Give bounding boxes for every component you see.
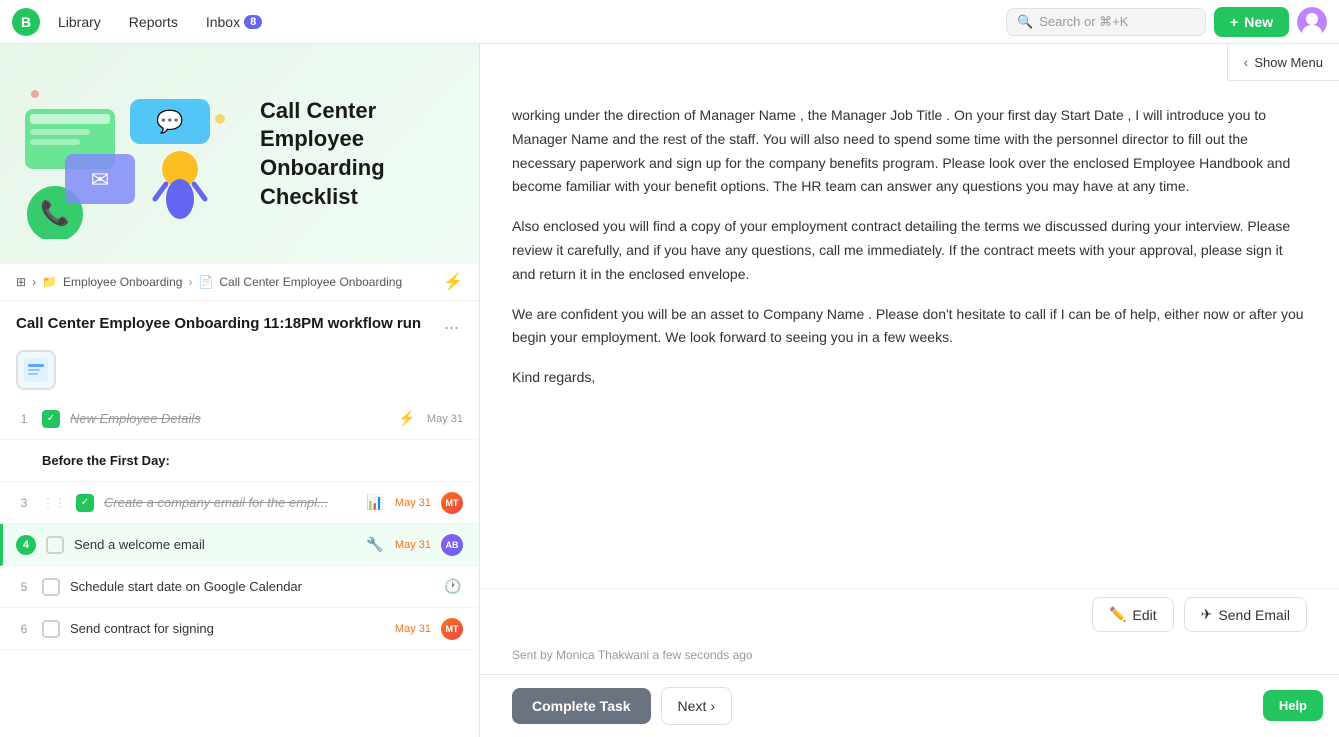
bottom-bar: Complete Task Next ›	[480, 674, 1339, 737]
task-avatar: MT	[441, 492, 463, 514]
top-nav: B Library Reports Inbox 8 🔍 Search or ⌘+…	[0, 0, 1339, 44]
breadcrumb: ⊞ › 📁 Employee Onboarding › 📄 Call Cente…	[0, 264, 479, 301]
task-row[interactable]: 6 Send contract for signing May 31 MT	[0, 608, 479, 650]
task-text: Create a company email for the empl...	[104, 495, 355, 510]
hero-title-box: Call Center Employee Onboarding Checklis…	[260, 97, 459, 211]
task-text: Send a welcome email	[74, 537, 355, 552]
send-email-button[interactable]: ✈ Send Email	[1184, 597, 1307, 632]
task-checkbox[interactable]	[76, 494, 94, 512]
edit-button[interactable]: ✏️ Edit	[1092, 597, 1174, 632]
workflow-avatar	[16, 350, 56, 390]
task-checkbox[interactable]	[42, 620, 60, 638]
plus-icon: +	[1230, 14, 1238, 30]
breadcrumb-part1[interactable]: Employee Onboarding	[63, 275, 182, 289]
task-checkbox[interactable]	[46, 536, 64, 554]
email-paragraph-2: Also enclosed you will find a copy of yo…	[512, 215, 1307, 286]
drag-icon: ⋮⋮	[42, 496, 66, 510]
help-button[interactable]: Help	[1263, 690, 1323, 721]
task-text: New Employee Details	[70, 411, 387, 426]
search-box[interactable]: 🔍 Search or ⌘+K	[1006, 8, 1206, 36]
task-date: May 31	[427, 413, 463, 425]
task-row[interactable]: 1 New Employee Details ⚡ May 31	[0, 398, 479, 440]
nav-reports[interactable]: Reports	[119, 10, 188, 34]
main-content: 📞 ✉ 💬	[0, 44, 1339, 737]
new-button[interactable]: + New	[1214, 7, 1289, 37]
task-icon: ⚡	[397, 409, 417, 429]
show-menu-button[interactable]: ‹ Show Menu	[1228, 44, 1339, 80]
breadcrumb-folder-icon: 📁	[42, 275, 57, 289]
task-row[interactable]: 3 ⋮⋮ Create a company email for the empl…	[0, 482, 479, 524]
task-number: 5	[16, 580, 32, 594]
email-paragraph-1: working under the direction of Manager N…	[512, 104, 1307, 199]
chevron-right-icon: ›	[710, 698, 715, 714]
task-text: Send contract for signing	[70, 621, 385, 636]
email-paragraph-3: We are confident you will be an asset to…	[512, 303, 1307, 351]
task-icon: 📊	[365, 493, 385, 513]
nav-library[interactable]: Library	[48, 10, 111, 34]
task-date: May 31	[395, 539, 431, 551]
sent-by-text: Sent by Monica Thakwani a few seconds ag…	[512, 648, 753, 662]
complete-task-button[interactable]: Complete Task	[512, 688, 651, 724]
breadcrumb-doc-icon: 📄	[198, 275, 213, 289]
task-avatar: MT	[441, 618, 463, 640]
avatar-section	[0, 342, 479, 398]
task-row-active[interactable]: 4 Send a welcome email 🔧 May 31 AB	[0, 524, 479, 566]
task-number: 1	[16, 412, 32, 426]
task-date: May 31	[395, 497, 431, 509]
email-body: working under the direction of Manager N…	[480, 44, 1339, 588]
svg-text:💬: 💬	[156, 109, 183, 134]
app-logo: B	[12, 8, 40, 36]
section-row: Before the First Day:	[0, 440, 479, 482]
send-icon: ✈	[1201, 606, 1213, 623]
breadcrumb-sep2: ›	[188, 275, 192, 289]
task-icon: 🔧	[365, 535, 385, 555]
chevron-left-icon: ‹	[1244, 54, 1249, 70]
edit-icon: ✏️	[1109, 606, 1126, 623]
svg-text:✉: ✉	[91, 167, 109, 192]
hero-illustration: 📞 ✉ 💬	[20, 69, 240, 239]
breadcrumb-sep1: ›	[32, 275, 36, 289]
task-avatar: AB	[441, 534, 463, 556]
show-menu-container: ‹ Show Menu	[1227, 44, 1339, 81]
search-icon: 🔍	[1017, 14, 1033, 30]
nav-inbox[interactable]: Inbox 8	[196, 10, 272, 34]
breadcrumb-part2[interactable]: Call Center Employee Onboarding	[219, 275, 402, 289]
left-panel: 📞 ✉ 💬	[0, 44, 480, 737]
section-label: Before the First Day:	[42, 453, 170, 468]
workflow-title-bar: Call Center Employee Onboarding 11:18PM …	[0, 301, 479, 342]
svg-text:📞: 📞	[40, 197, 70, 227]
task-number: 3	[16, 496, 32, 510]
task-checkbox[interactable]	[42, 410, 60, 428]
task-date: May 31	[395, 623, 431, 635]
avatar[interactable]	[1297, 7, 1327, 37]
task-icon: 🕐	[443, 577, 463, 597]
email-paragraph-4: Kind regards,	[512, 366, 1307, 390]
task-text: Schedule start date on Google Calendar	[70, 579, 433, 594]
right-panel: ‹ Show Menu working under the direction …	[480, 44, 1339, 737]
hero-title: Call Center Employee Onboarding Checklis…	[260, 97, 459, 211]
lightning-icon: ⚡	[443, 272, 463, 292]
sent-by-bar: Sent by Monica Thakwani a few seconds ag…	[480, 640, 1339, 674]
task-number: 6	[16, 622, 32, 636]
task-checkbox[interactable]	[42, 578, 60, 596]
task-row[interactable]: 5 Schedule start date on Google Calendar…	[0, 566, 479, 608]
hero-area: 📞 ✉ 💬	[0, 44, 479, 264]
more-button[interactable]: ...	[440, 313, 463, 334]
workflow-title: Call Center Employee Onboarding 11:18PM …	[16, 313, 421, 334]
email-actions: ✏️ Edit ✈ Send Email	[480, 588, 1339, 640]
inbox-badge: 8	[244, 15, 262, 29]
next-button[interactable]: Next ›	[661, 687, 732, 725]
hero-content: 📞 ✉ 💬	[0, 49, 479, 259]
breadcrumb-grid-icon: ⊞	[16, 275, 26, 289]
task-number-badge: 4	[16, 535, 36, 555]
task-list: 1 New Employee Details ⚡ May 31 Before t…	[0, 398, 479, 737]
